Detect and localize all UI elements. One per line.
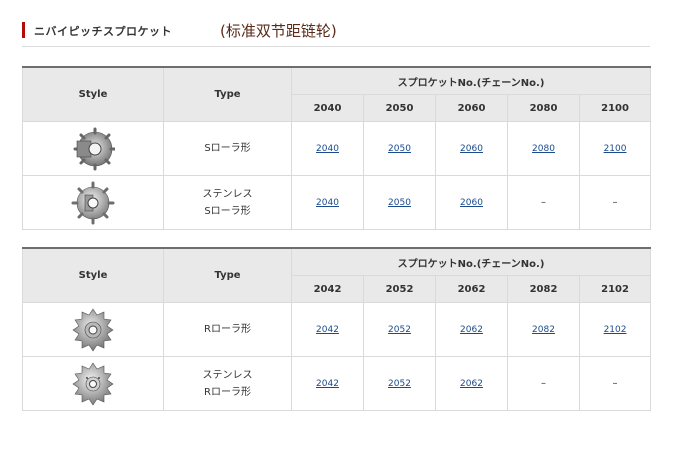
part-cell: 2062: [435, 302, 508, 357]
style-header: Style: [22, 247, 164, 303]
table-row: ステンレス Rローラ形 2042 2052 2062 – –: [22, 356, 652, 411]
type-header: Type: [163, 66, 292, 122]
part-cell: –: [578, 356, 652, 411]
part-link-2082[interactable]: 2082: [532, 325, 555, 335]
part-link-2042[interactable]: 2042: [316, 379, 339, 389]
chain-col-header: 2062: [435, 275, 508, 303]
part-cell: 2042: [291, 356, 364, 411]
chain-col-header: 2050: [363, 94, 436, 122]
section-header: ニバイピッチスプロケット (标准双节距链轮): [22, 20, 650, 47]
sprocket-no-header: スプロケットNo.(チェーンNo.): [290, 66, 652, 95]
part-cell: 2060: [435, 121, 508, 176]
type-cell: Rローラ形: [163, 302, 292, 357]
type-header: Type: [163, 247, 292, 303]
part-cell: –: [507, 356, 580, 411]
part-cell: 2100: [578, 121, 652, 176]
part-cell: 2080: [507, 121, 580, 176]
part-link-2060[interactable]: 2060: [460, 198, 483, 208]
part-link-2040[interactable]: 2040: [316, 198, 339, 208]
style-cell: [22, 175, 164, 230]
chain-col-header: 2052: [363, 275, 436, 303]
part-cell: 2102: [578, 302, 652, 357]
table-row: Sローラ形 2040 2050 2060 2080 2100: [22, 121, 652, 176]
sprocket-no-header: スプロケットNo.(チェーンNo.): [290, 247, 652, 276]
part-link-2080[interactable]: 2080: [532, 144, 555, 154]
sprocket-r-icon: [72, 307, 114, 352]
sprocket-table-2: Style Type スプロケットNo.(チェーンNo.) 2042 2052 …: [22, 247, 652, 411]
part-cell: –: [578, 175, 652, 230]
part-link-2052[interactable]: 2052: [388, 379, 411, 389]
type-cell: ステンレス Sローラ形: [163, 175, 292, 230]
part-link-2100[interactable]: 2100: [604, 144, 627, 154]
chain-col-header: 2082: [507, 275, 580, 303]
chain-col-header: 2102: [578, 275, 652, 303]
style-cell: [22, 356, 164, 411]
style-cell: [22, 121, 164, 176]
sprocket-hub-icon: [73, 127, 115, 170]
part-cell: 2040: [291, 175, 364, 230]
part-link-2042[interactable]: 2042: [316, 325, 339, 335]
sprocket-r-stainless-icon: [72, 361, 114, 406]
table-row: Rローラ形 2042 2052 2062 2082 2102: [22, 302, 652, 357]
chain-col-header: 2042: [291, 275, 364, 303]
part-link-2050[interactable]: 2050: [388, 144, 411, 154]
type-cell: ステンレス Rローラ形: [163, 356, 292, 411]
chain-col-header: 2100: [578, 94, 652, 122]
part-link-2060[interactable]: 2060: [460, 144, 483, 154]
part-cell: –: [507, 175, 580, 230]
part-cell: 2082: [507, 302, 580, 357]
part-cell: 2052: [363, 302, 436, 357]
chain-col-header: 2060: [435, 94, 508, 122]
table-row: ステンレス Sローラ形 2040 2050 2060 – –: [22, 175, 652, 230]
part-cell: 2040: [291, 121, 364, 176]
type-cell: Sローラ形: [163, 121, 292, 176]
section-title: ニバイピッチスプロケット: [34, 25, 172, 38]
style-cell: [22, 302, 164, 357]
part-link-2062[interactable]: 2062: [460, 325, 483, 335]
part-link-2102[interactable]: 2102: [604, 325, 627, 335]
unavailable-mark: –: [541, 197, 546, 208]
part-cell: 2060: [435, 175, 508, 230]
style-header: Style: [22, 66, 164, 122]
chain-col-header: 2040: [291, 94, 364, 122]
chain-col-header: 2080: [507, 94, 580, 122]
part-link-2052[interactable]: 2052: [388, 325, 411, 335]
header-accent-bar: [22, 22, 25, 38]
part-link-2040[interactable]: 2040: [316, 144, 339, 154]
part-link-2062[interactable]: 2062: [460, 379, 483, 389]
sprocket-table-1: Style Type スプロケットNo.(チェーンNo.) 2040 2050 …: [22, 66, 652, 230]
unavailable-mark: –: [541, 378, 546, 389]
part-cell: 2050: [363, 121, 436, 176]
unavailable-mark: –: [612, 378, 618, 389]
part-cell: 2042: [291, 302, 364, 357]
unavailable-mark: –: [612, 197, 618, 208]
part-cell: 2062: [435, 356, 508, 411]
part-cell: 2050: [363, 175, 436, 230]
part-cell: 2052: [363, 356, 436, 411]
part-link-2050[interactable]: 2050: [388, 198, 411, 208]
section-subtitle: (标准双节距链轮): [220, 22, 337, 40]
sprocket-stainless-icon: [71, 181, 115, 224]
